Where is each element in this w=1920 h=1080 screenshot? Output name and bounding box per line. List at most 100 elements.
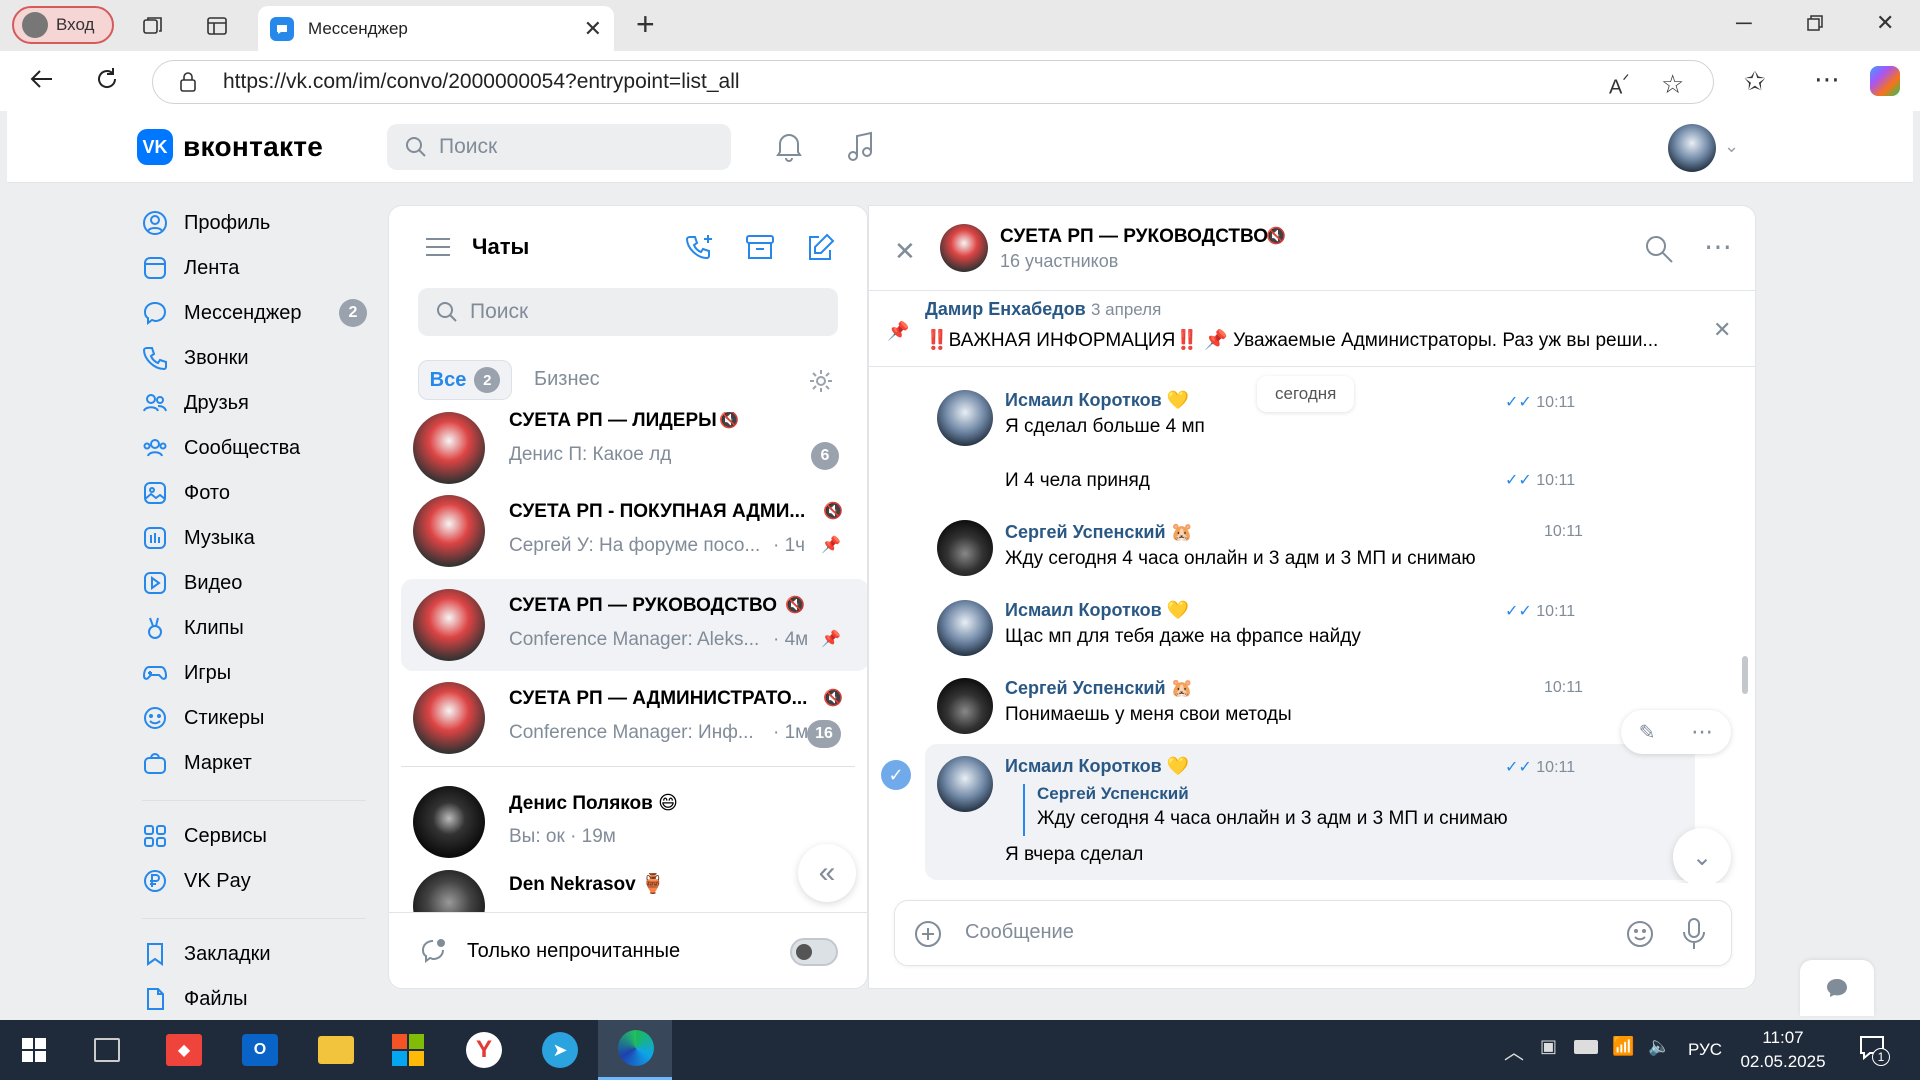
microphone-icon[interactable] [1681,917,1707,951]
sidebar-item-vkpay[interactable]: VK Pay [142,866,251,896]
new-tab-icon[interactable]: + [636,8,655,40]
sender-name[interactable]: Исмаил Коротков 💛 [1005,600,1189,621]
filter-tab-business[interactable]: Бизнес [534,368,600,391]
close-window-icon[interactable]: ✕ [1876,10,1894,36]
meet-now-icon[interactable]: ▣ [1540,1036,1557,1057]
chat-list-item[interactable]: СУЕТА РП - ПОКУПНАЯ АДМИ... 🔇 Сергей У: … [401,487,867,579]
sidebar-item-clips[interactable]: Клипы [142,613,244,643]
notifications-bell-icon[interactable] [774,130,804,162]
pinned-message[interactable]: 📌 Дамир Енхабедов 3 апреля ‼️ВАЖНАЯ ИНФО… [869,291,1755,367]
favorite-star-icon[interactable]: ☆ [1661,69,1684,100]
workspaces-icon[interactable] [138,12,168,40]
emoji-smile-icon[interactable] [1625,919,1655,949]
copilot-icon[interactable] [1870,66,1900,96]
volume-muted-icon[interactable]: 🔈 [1648,1036,1670,1057]
sidebar-item-files[interactable]: Файлы [142,984,248,1014]
message-more-icon[interactable]: ⋯ [1691,719,1713,745]
sender-avatar[interactable] [937,756,993,812]
unread-only-toggle[interactable] [790,938,838,966]
close-conversation-icon[interactable]: ✕ [894,236,916,267]
floating-chat-button[interactable] [1800,960,1874,1016]
reload-icon[interactable] [93,65,121,93]
music-note-icon[interactable] [846,130,876,162]
anydesk-app-icon[interactable]: ◆ [166,1034,202,1066]
chat-list-item[interactable]: СУЕТА РП — ЛИДЕРЫ 🔇 Денис П: Какое лд 6 [401,412,867,486]
sender-name[interactable]: Исмаил Коротков 💛 [1005,756,1189,777]
active-tab[interactable]: Мессенджер ✕ [258,6,614,51]
yandex-browser-icon[interactable]: Y [466,1032,502,1068]
reply-quote[interactable]: Сергей Успенский Жду сегодня 4 часа онла… [1023,784,1523,836]
collapse-panel-button[interactable]: « [798,844,856,902]
message-scrollbar[interactable] [1742,656,1748,694]
user-avatar[interactable] [1668,124,1716,172]
sidebar-item-games[interactable]: Игры [142,658,231,688]
chat-search-input[interactable]: Поиск [418,288,838,336]
telegram-app-icon[interactable]: ➤ [542,1032,578,1068]
chat-list-item-active[interactable]: СУЕТА РП — РУКОВОДСТВО 🔇 Conference Mana… [401,579,867,671]
sender-name[interactable]: Сергей Успенский 🐹 [1005,678,1193,699]
vk-search-input[interactable]: Поиск [387,124,731,170]
sidebar-item-profile[interactable]: Профиль [142,208,270,238]
tray-chevron-icon[interactable]: ︿ [1504,1036,1524,1065]
sender-name[interactable]: Сергей Успенский 🐹 [1005,522,1193,543]
selected-check-icon[interactable]: ✓ [881,760,911,790]
sidebar-item-photo[interactable]: Фото [142,478,230,508]
conversation-avatar[interactable] [940,224,988,272]
menu-hamburger-icon[interactable] [424,236,452,258]
sidebar-item-video[interactable]: Видео [142,568,242,598]
sidebar-item-communities[interactable]: Сообщества [142,433,300,463]
outlook-app-icon[interactable]: O [242,1034,278,1066]
filter-tab-all[interactable]: Все 2 [418,360,512,400]
tab-actions-icon[interactable] [202,12,232,40]
minimize-icon[interactable]: ─ [1736,10,1752,36]
compose-icon[interactable] [804,232,836,264]
message-composer[interactable]: Сообщение [894,900,1732,966]
edge-taskbar-button[interactable] [598,1020,672,1080]
read-aloud-icon[interactable]: Aᐟ [1609,71,1629,100]
unpin-close-icon[interactable]: ✕ [1713,317,1731,343]
chat-list-item[interactable]: Денис Поляков 😄 Вы: ок · 19м [401,772,867,864]
language-indicator[interactable]: РУС [1688,1040,1722,1060]
notifications-icon[interactable]: 1 [1858,1034,1890,1066]
members-count[interactable]: 16 участников [1000,251,1118,272]
file-explorer-icon[interactable] [318,1036,354,1064]
battery-icon[interactable] [1574,1040,1598,1054]
sidebar-item-feed[interactable]: Лента [142,253,239,283]
close-tab-icon[interactable]: ✕ [584,16,602,42]
chat-list-scroll[interactable]: СУЕТА РП — ЛИДЕРЫ 🔇 Денис П: Какое лд 6 … [389,412,867,912]
restore-icon[interactable] [1806,14,1824,32]
sender-avatar[interactable] [937,678,993,734]
edit-pencil-icon[interactable]: ✎ [1639,720,1656,745]
store-app-icon[interactable] [392,1034,424,1066]
sender-avatar[interactable] [937,600,993,656]
sender-avatar[interactable] [937,520,993,576]
sidebar-item-friends[interactable]: Друзья [142,388,249,418]
url-field[interactable]: https://vk.com/im/convo/2000000054?entry… [152,60,1714,104]
message-history[interactable]: сегодня Исмаил Коротков 💛 Я сделал больш… [869,368,1755,883]
browser-profile-button[interactable]: Вход [12,6,114,44]
sidebar-item-music[interactable]: Музыка [142,523,255,553]
conversation-more-icon[interactable]: ⋯ [1704,230,1732,263]
sidebar-item-market[interactable]: Маркет [142,748,252,778]
sender-name[interactable]: Исмаил Коротков 💛 [1005,390,1189,411]
archive-icon[interactable] [744,232,776,264]
scroll-to-bottom-button[interactable]: ⌄ [1673,828,1731,883]
clock[interactable]: 11:07 02.05.2025 [1740,1026,1826,1074]
chevron-down-icon[interactable]: ⌄ [1724,136,1739,157]
new-call-icon[interactable] [684,232,716,264]
sidebar-item-messenger[interactable]: Мессенджер 2 [142,298,382,328]
conversation-title[interactable]: СУЕТА РП — РУКОВОДСТВО [1000,226,1268,248]
sidebar-item-services[interactable]: Сервисы [142,821,267,851]
sidebar-item-stickers[interactable]: Стикеры [142,703,264,733]
chat-settings-gear-icon[interactable] [808,368,834,394]
back-icon[interactable] [28,65,56,93]
favorites-icon[interactable]: ✩ [1744,66,1766,97]
sender-avatar[interactable] [937,390,993,446]
attach-plus-icon[interactable] [913,919,943,949]
sidebar-item-bookmarks[interactable]: Закладки [142,939,271,969]
chat-list-item[interactable]: СУЕТА РП — АДМИНИСТРАТО... 🔇 Conference … [401,672,867,764]
conversation-search-icon[interactable] [1644,234,1674,264]
task-view-icon[interactable] [94,1038,120,1062]
sidebar-item-calls[interactable]: Звонки [142,343,249,373]
more-options-icon[interactable]: ⋯ [1814,64,1840,95]
